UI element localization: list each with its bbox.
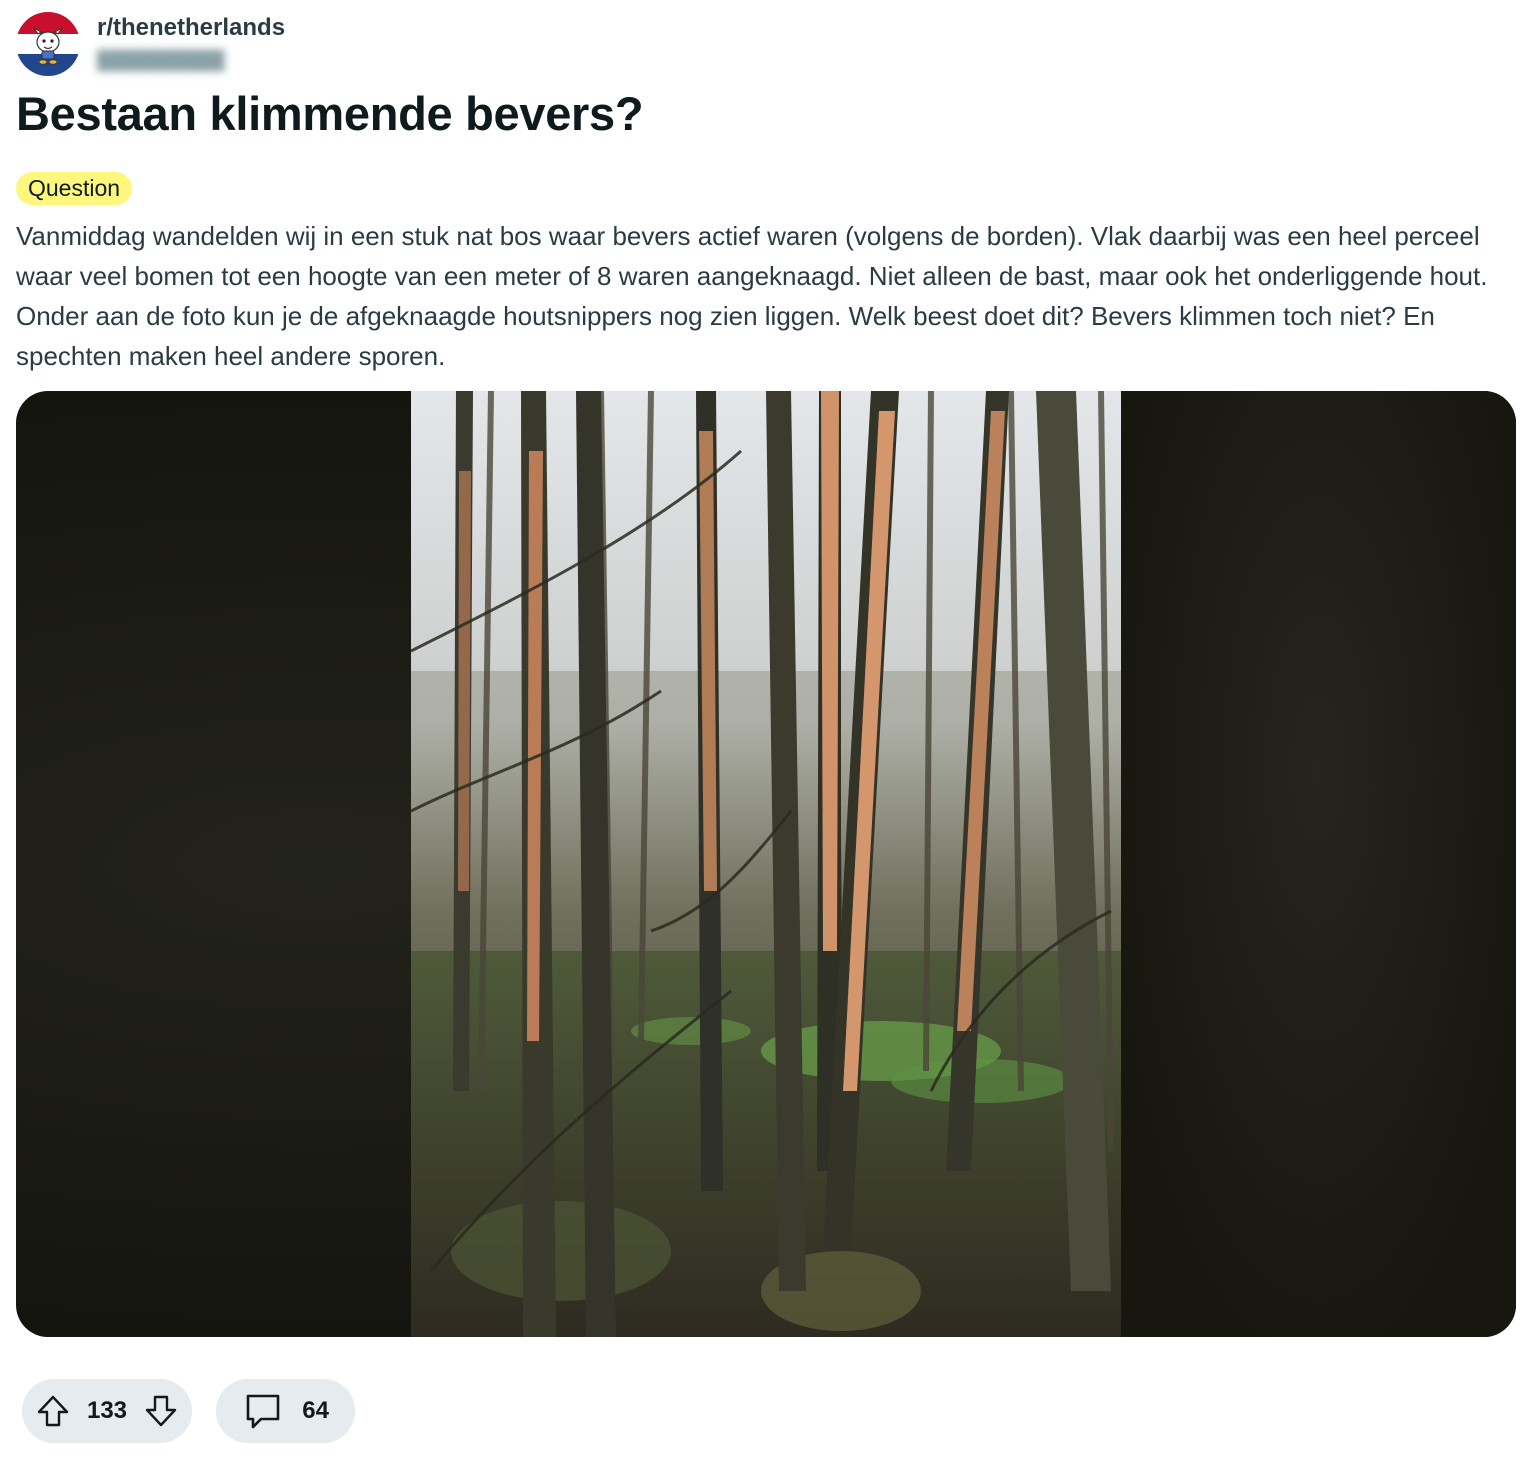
comments-button[interactable]: 64 (216, 1379, 355, 1443)
comment-icon (244, 1392, 282, 1430)
vote-score: 133 (86, 1397, 128, 1424)
post-media[interactable] (16, 391, 1516, 1337)
post-body: Vanmiddag wandelden wij in een stuk nat … (16, 221, 1488, 371)
upvote-icon[interactable] (36, 1394, 70, 1428)
post-header: r/thenetherlands ██████████ (16, 12, 285, 76)
subreddit-avatar[interactable] (16, 12, 80, 76)
vote-control: 133 (22, 1379, 192, 1443)
post-flair[interactable]: Question (16, 172, 133, 205)
downvote-icon[interactable] (144, 1394, 178, 1428)
media-backdrop (1120, 391, 1516, 1337)
username-blurred: ██████████ (97, 50, 225, 70)
forest-photo[interactable] (411, 391, 1121, 1337)
post-actions: 133 64 (22, 1379, 355, 1443)
post-title[interactable]: Bestaan klimmende bevers? (16, 84, 644, 144)
comment-count: 64 (302, 1397, 329, 1424)
mascot-icon (33, 27, 63, 65)
subreddit-name[interactable]: r/thenetherlands (97, 12, 285, 44)
